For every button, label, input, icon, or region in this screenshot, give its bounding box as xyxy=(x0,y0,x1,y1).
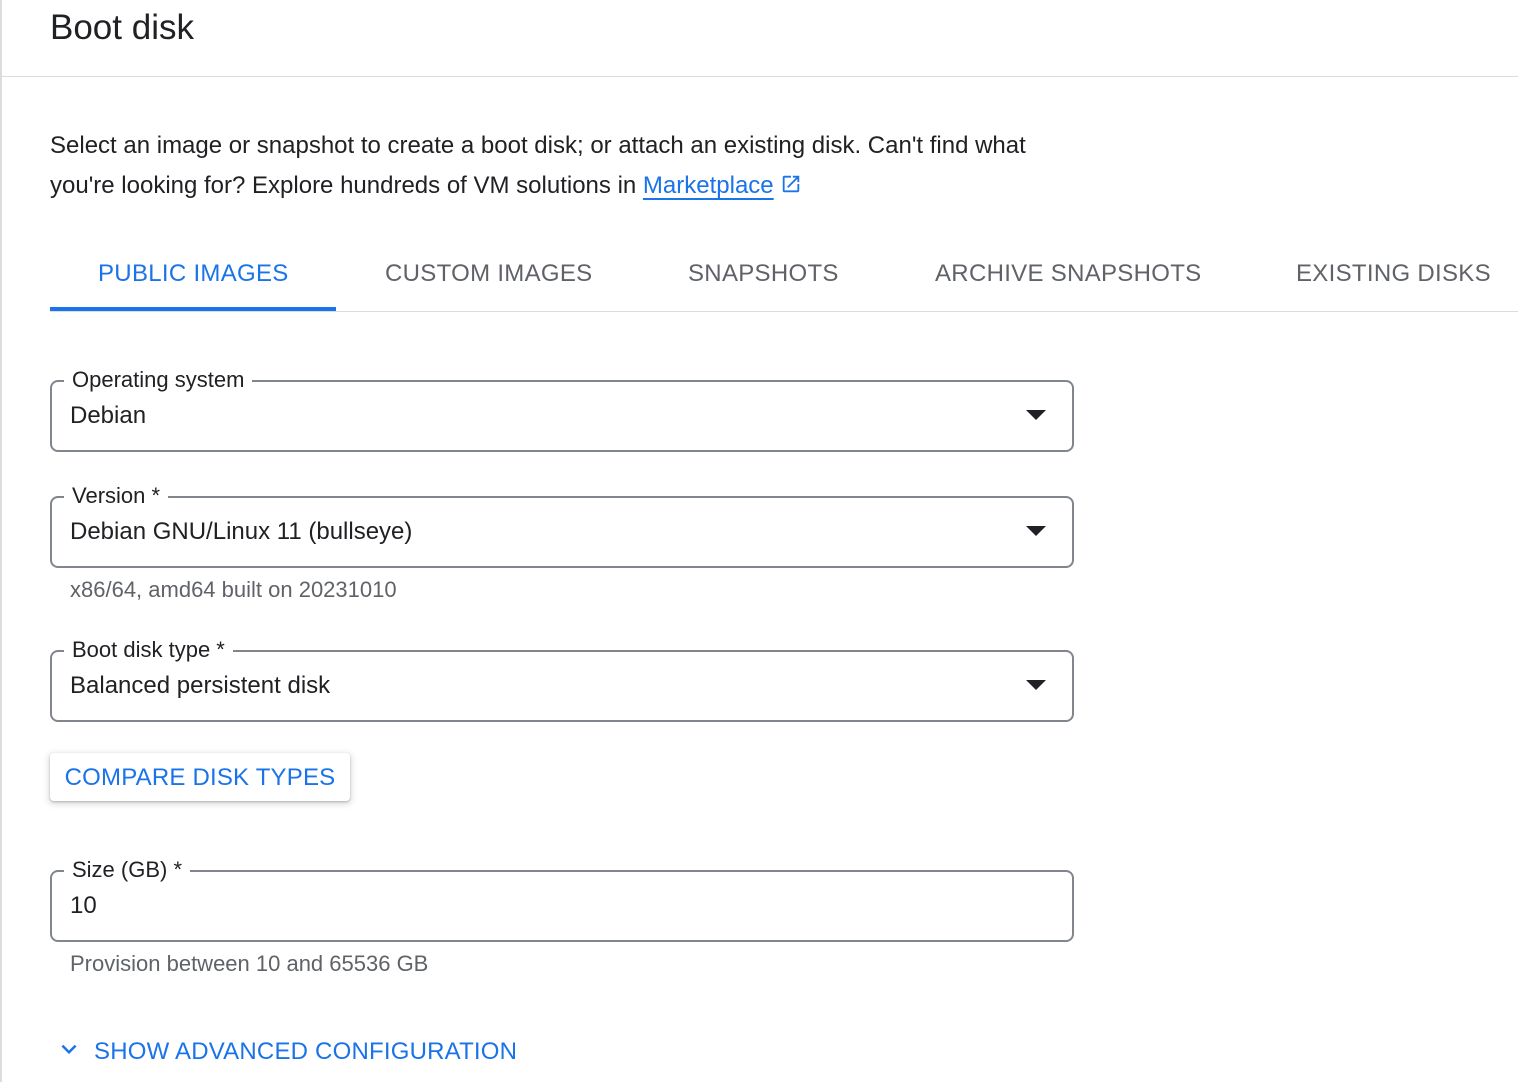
chevron-down-icon xyxy=(54,1034,84,1071)
marketplace-link[interactable]: Marketplace xyxy=(643,172,774,199)
size-value[interactable]: 10 xyxy=(70,889,97,923)
version-hint: x86/64, amd64 built on 20231010 xyxy=(70,577,397,602)
active-tab-indicator xyxy=(50,307,336,311)
tab-snapshots[interactable]: SNAPSHOTS xyxy=(688,236,839,310)
description-text: Select an image or snapshot to create a … xyxy=(50,126,1060,208)
tab-existing-disks[interactable]: EXISTING DISKS xyxy=(1296,236,1491,310)
dropdown-arrow-icon[interactable] xyxy=(1026,680,1046,690)
size-label: Size (GB) * xyxy=(64,855,191,885)
tab-archive-snapshots[interactable]: ARCHIVE SNAPSHOTS xyxy=(935,236,1202,310)
panel-header: Boot disk xyxy=(2,0,1518,77)
version-select[interactable]: Version * Debian GNU/Linux 11 (bullseye) xyxy=(50,481,1074,568)
tab-public-images[interactable]: PUBLIC IMAGES xyxy=(98,236,289,310)
open-in-new-icon[interactable] xyxy=(780,168,802,208)
compare-disk-types-button[interactable]: COMPARE DISK TYPES xyxy=(50,753,350,801)
image-source-tabs: PUBLIC IMAGES CUSTOM IMAGES SNAPSHOTS AR… xyxy=(50,236,1518,312)
page-title: Boot disk xyxy=(50,8,194,47)
dropdown-arrow-icon[interactable] xyxy=(1026,410,1046,420)
boot-disk-type-select[interactable]: Boot disk type * Balanced persistent dis… xyxy=(50,635,1074,722)
show-advanced-configuration-button[interactable]: SHOW ADVANCED CONFIGURATION xyxy=(54,1034,517,1070)
dropdown-arrow-icon[interactable] xyxy=(1026,526,1046,536)
tab-custom-images[interactable]: CUSTOM IMAGES xyxy=(385,236,592,310)
size-hint: Provision between 10 and 65536 GB xyxy=(70,951,429,976)
operating-system-value: Debian xyxy=(70,402,147,429)
operating-system-label: Operating system xyxy=(64,365,253,395)
boot-disk-type-label: Boot disk type * xyxy=(64,635,233,665)
boot-disk-type-value: Balanced persistent disk xyxy=(70,672,331,699)
show-advanced-label: SHOW ADVANCED CONFIGURATION xyxy=(94,1038,518,1065)
boot-disk-panel: Boot disk Select an image or snapshot to… xyxy=(0,0,1518,1082)
version-label: Version * xyxy=(64,481,169,511)
description-body: Select an image or snapshot to create a … xyxy=(50,132,1026,199)
size-input[interactable]: Size (GB) * 10 xyxy=(50,855,1074,942)
operating-system-select[interactable]: Operating system Debian xyxy=(50,365,1074,452)
version-value: Debian GNU/Linux 11 (bullseye) xyxy=(70,518,413,545)
